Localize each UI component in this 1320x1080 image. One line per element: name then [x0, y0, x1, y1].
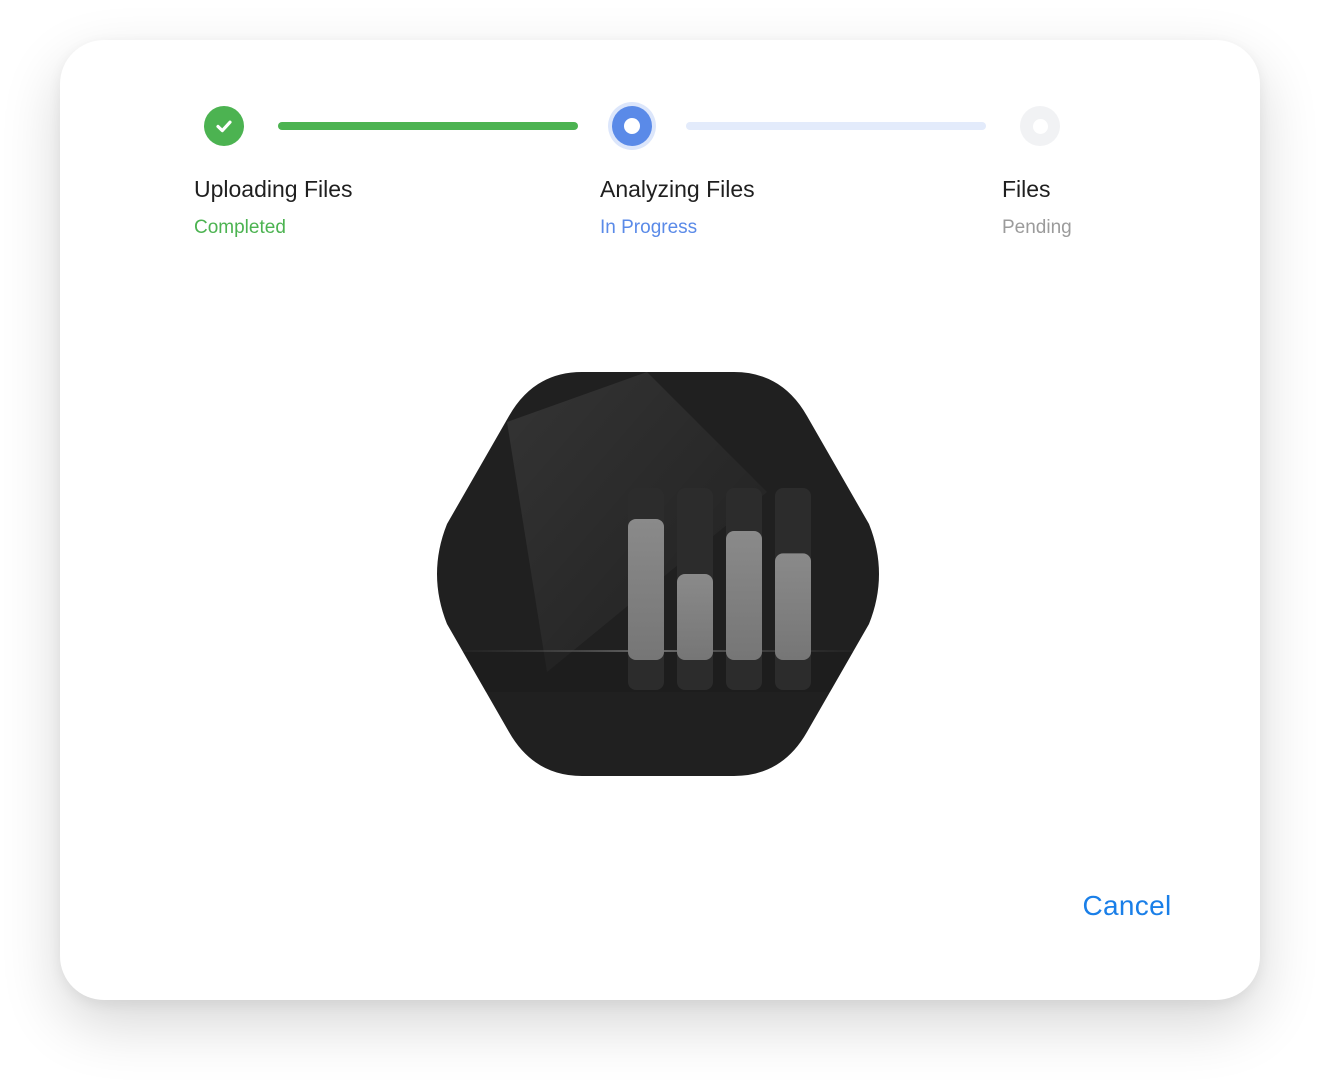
step-in-progress-icon — [608, 102, 656, 150]
level-bar — [677, 574, 713, 660]
analyzing-bars-icon — [437, 372, 879, 776]
analysis-progress-dialog: Uploading Files Completed Analyzing File… — [60, 40, 1260, 1000]
progress-dot-icon — [624, 118, 640, 134]
step-connector-pending — [686, 122, 986, 130]
level-bar — [775, 553, 811, 660]
step-title-uploading: Uploading Files — [194, 176, 353, 202]
cancel-button[interactable]: Cancel — [1068, 882, 1186, 930]
step-status-files: Pending — [1002, 217, 1072, 238]
step-pending-icon — [1020, 106, 1060, 146]
level-bar — [628, 518, 664, 660]
check-icon — [216, 120, 232, 133]
pending-dot-icon — [1032, 118, 1048, 134]
progress-ring-icon — [612, 106, 652, 146]
step-status-uploading: Completed — [194, 217, 286, 238]
step-connector-completed — [278, 122, 578, 130]
step-status-analyzing: In Progress — [600, 217, 698, 238]
step-title-analyzing: Analyzing Files — [600, 176, 755, 202]
step-title-files: Files — [1002, 176, 1051, 202]
step-completed-check-icon — [204, 106, 244, 146]
level-bar — [726, 531, 762, 660]
